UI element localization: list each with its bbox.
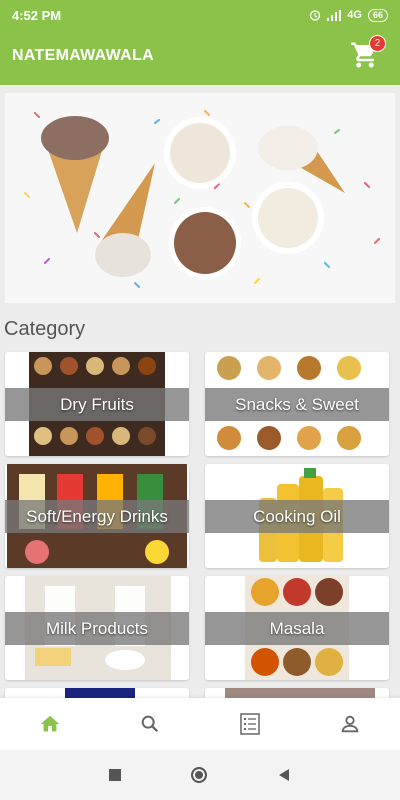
status-bar: 4:52 PM 4G 66 [0,0,400,30]
category-label-band: Dry Fruits [5,388,189,421]
network-type: 4G [347,9,362,21]
recent-apps-button[interactable] [109,769,121,781]
orders-list-icon [240,713,260,735]
category-label: Dry Fruits [60,394,134,414]
cart-count-badge: 2 [369,35,386,52]
category-card-snacks-sweet[interactable]: Snacks & Sweet [205,352,389,456]
home-system-button[interactable] [191,767,207,783]
category-card-cooking-oil[interactable]: Cooking Oil [205,464,389,568]
category-label-band: Milk Products [5,612,189,645]
ice-cream-illustration [5,93,395,303]
alarm-icon [310,10,321,21]
nav-orders[interactable] [220,698,280,750]
nav-search[interactable] [120,698,180,750]
category-label-band: Soft/Energy Drinks [5,500,189,533]
category-label-band: Snacks & Sweet [205,388,389,421]
category-label-band: Cooking Oil [205,500,389,533]
category-card-milk-products[interactable]: Milk Products [5,576,189,680]
category-card-masala[interactable]: Masala [205,576,389,680]
category-card-dry-fruits[interactable]: Dry Fruits [5,352,189,456]
battery-icon: 66 [367,8,388,22]
nav-home[interactable] [20,698,80,750]
home-icon [40,715,60,732]
app-bar: 4:52 PM 4G 66 NATEMAWAWALA 2 [0,0,400,85]
category-label: Cooking Oil [253,506,341,526]
category-label: Milk Products [45,618,149,638]
signal-icon [327,9,342,21]
category-label: Snacks & Sweet [235,394,359,414]
app-title: NATEMAWAWALA [12,47,154,64]
category-label: Masala [269,618,325,638]
bottom-navigation [0,698,400,750]
category-card-soft-energy-drinks[interactable]: Soft/Energy Drinks [5,464,189,568]
account-icon [341,715,359,733]
system-navigation-bar [0,750,400,800]
status-time: 4:52 PM [12,7,62,23]
category-heading: Category [4,318,86,340]
banner-image[interactable] [5,93,395,303]
search-icon [141,715,159,733]
status-icons: 4G 66 [309,8,388,22]
category-label: Soft/Energy Drinks [26,506,168,526]
nav-account[interactable] [320,698,380,750]
category-label-band: Masala [205,612,389,645]
back-icon[interactable] [277,768,291,782]
cart-button[interactable]: 2 [350,35,386,70]
